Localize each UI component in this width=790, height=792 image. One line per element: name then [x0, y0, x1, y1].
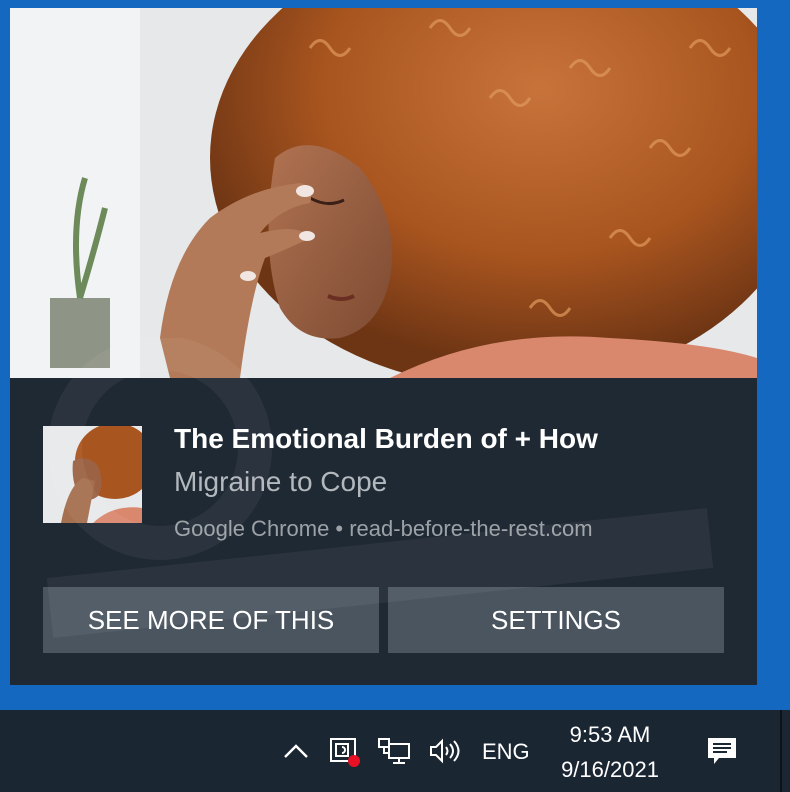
toast-body: The Emotional Burden of + How Migraine t… — [10, 378, 757, 685]
toast-notification[interactable]: The Emotional Burden of + How Migraine t… — [10, 8, 757, 685]
action-center-icon[interactable] — [705, 734, 739, 768]
clock-time[interactable]: 9:53 AM — [545, 721, 675, 749]
notification-source: Google Chrome • read-before-the-rest.com — [174, 516, 593, 541]
language-indicator[interactable]: ENG — [482, 738, 530, 766]
chevron-up-icon[interactable] — [279, 734, 313, 768]
see-more-button[interactable]: SEE MORE OF THIS — [43, 587, 379, 653]
clock-date[interactable]: 9/16/2021 — [545, 756, 675, 784]
taskbar: ENG 9:53 AM 9/16/2021 — [0, 710, 790, 792]
settings-button[interactable]: SETTINGS — [388, 587, 724, 653]
meet-now-icon[interactable] — [327, 734, 361, 768]
volume-icon[interactable] — [427, 734, 461, 768]
notification-title: The Emotional Burden of + How — [174, 423, 598, 454]
taskbar-divider — [780, 710, 782, 792]
network-icon[interactable] — [377, 734, 411, 768]
notification-subtitle: Migraine to Cope — [174, 466, 388, 497]
notification-thumbnail — [43, 426, 142, 523]
hero-image[interactable] — [10, 8, 757, 378]
